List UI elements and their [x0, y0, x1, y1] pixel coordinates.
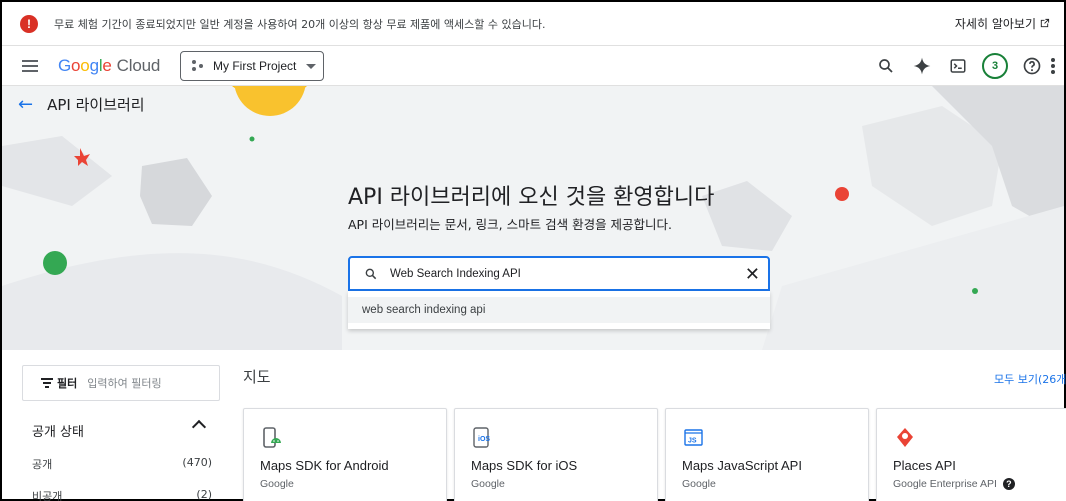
- search-icon: [365, 268, 377, 279]
- chevron-up-icon[interactable]: [191, 419, 207, 435]
- google-cloud-logo[interactable]: Google Cloud: [58, 56, 160, 76]
- card-subtitle: Google: [260, 478, 294, 490]
- api-library-hero: ← API 라이브러리 API 라이브러리에 오신 것을 환영합니다 API 라…: [2, 86, 1064, 350]
- help-icon[interactable]: [1014, 48, 1050, 84]
- card-subtitle: Google Enterprise API ?: [893, 478, 1015, 490]
- top-app-bar: Google Cloud My First Project 3: [2, 46, 1064, 86]
- error-icon: !: [20, 14, 38, 33]
- card-subtitle: Google: [471, 478, 505, 490]
- hero-heading: API 라이브러리에 오신 것을 환영합니다: [348, 185, 715, 210]
- svg-text:JS: JS: [688, 438, 697, 445]
- help-icon[interactable]: ?: [1002, 478, 1015, 490]
- search-input-value: Web Search Indexing API: [390, 267, 521, 280]
- more-vert-icon[interactable]: [1050, 48, 1064, 84]
- facet-option-private[interactable]: 비공개 (2): [32, 488, 212, 501]
- section-title: 지도: [243, 368, 271, 386]
- api-card-maps-ios[interactable]: iOS Maps SDK for iOS Google: [454, 408, 658, 501]
- banner-message: 무료 체험 기간이 종료되었지만 일반 계정을 사용하여 20개 이상의 항상 …: [54, 17, 546, 31]
- android-map-icon: [263, 427, 281, 448]
- ios-icon: iOS: [473, 427, 490, 448]
- hero-subheading: API 라이브러리는 문서, 링크, 스마트 검색 환경을 제공합니다.: [348, 217, 673, 232]
- js-icon: JS: [684, 429, 703, 446]
- card-title: Maps SDK for Android: [260, 458, 389, 473]
- card-title: Maps SDK for iOS: [471, 458, 578, 473]
- facet-option-public[interactable]: 공개 (470): [32, 456, 212, 472]
- project-icon: [191, 59, 205, 73]
- notifications-badge[interactable]: 3: [976, 48, 1014, 84]
- see-all-link[interactable]: 모두 보기(26개): [994, 371, 1066, 387]
- back-arrow-icon[interactable]: ←: [18, 94, 33, 115]
- trial-banner: ! 무료 체험 기간이 종료되었지만 일반 계정을 사용하여 20개 이상의 항…: [2, 2, 1064, 46]
- card-title: Places API: [893, 458, 956, 473]
- visibility-facet-title[interactable]: 공개 상태: [32, 421, 84, 440]
- api-card-maps-javascript[interactable]: JS Maps JavaScript API Google: [665, 408, 869, 501]
- filter-label: 필터: [57, 377, 78, 390]
- suggestion-item[interactable]: web search indexing api: [348, 297, 770, 323]
- api-card-places[interactable]: Places API Google Enterprise API ?: [876, 408, 1066, 501]
- project-picker-button[interactable]: My First Project: [180, 51, 324, 81]
- gemini-sparkle-icon[interactable]: [904, 48, 940, 84]
- project-name: My First Project: [213, 59, 297, 73]
- learn-more-label: 자세히 알아보기: [954, 17, 1036, 31]
- filter-input[interactable]: 필터 입력하여 필터링: [22, 365, 220, 401]
- api-card-maps-android[interactable]: Maps SDK for Android Google: [243, 408, 447, 501]
- clear-search-icon[interactable]: ✕: [745, 264, 760, 285]
- filter-list-icon: [41, 378, 53, 388]
- search-icon[interactable]: [868, 48, 904, 84]
- filter-placeholder: 입력하여 필터링: [87, 377, 162, 390]
- cloud-shell-icon[interactable]: [940, 48, 976, 84]
- learn-more-link[interactable]: 자세히 알아보기: [955, 15, 1050, 32]
- search-suggestions: web search indexing api: [348, 291, 770, 329]
- card-title: Maps JavaScript API: [682, 458, 802, 473]
- card-subtitle: Google: [682, 478, 716, 490]
- api-search-input[interactable]: Web Search Indexing API ✕: [348, 256, 770, 291]
- dropdown-caret-icon: [306, 63, 317, 69]
- main-menu-icon[interactable]: [22, 59, 38, 72]
- back-title-row: ← API 라이브러리: [18, 94, 145, 115]
- place-pin-icon: [897, 428, 913, 447]
- svg-text:iOS: iOS: [478, 436, 490, 443]
- page-title: API 라이브러리: [47, 96, 145, 114]
- open-in-new-icon: [1040, 18, 1050, 28]
